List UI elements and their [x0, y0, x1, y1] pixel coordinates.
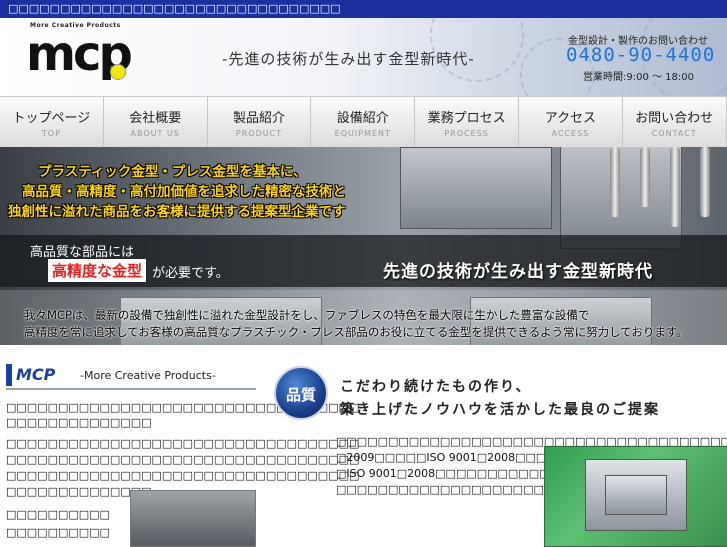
nav-label: アクセス	[544, 111, 597, 126]
nav-item-process[interactable]: 業務プロセス PROCESS	[415, 97, 519, 147]
mold-pin-image	[700, 147, 710, 217]
hero-line-1: プラスティック金型・プレス金型を基本に、	[38, 164, 307, 180]
nav-label: お問い合わせ	[635, 111, 714, 126]
nav-sublabel: CONTACT	[651, 129, 697, 138]
nav-item-about[interactable]: 会社概要 ABOUT US	[103, 97, 208, 147]
nav-item-product[interactable]: 製品紹介 PRODUCT	[207, 97, 312, 147]
mold-photo	[544, 446, 727, 547]
section-bar-icon	[6, 364, 12, 386]
nav-label: 会社概要	[129, 111, 182, 126]
nav-label: 設備紹介	[336, 111, 389, 126]
nav-sublabel: PRODUCT	[235, 129, 283, 138]
band-text-2: が必要です。	[152, 266, 229, 281]
nav-item-top[interactable]: トップページ TOP	[0, 97, 104, 147]
band-highlight: 高精度な金型	[48, 259, 147, 282]
hero-banner: プラスティック金型・プレス金型を基本に、 高品質・高精度・高付加価値を追求した精…	[0, 147, 727, 345]
nav-label: トップページ	[12, 111, 91, 126]
nav-item-equipment[interactable]: 設備紹介 EQUIPMENT	[311, 97, 416, 147]
mold-pin-image	[610, 147, 620, 217]
band-slogan: 先進の技術が生み出す金型新時代	[383, 262, 653, 282]
hero-description-2: 高精度を常に追求してお客様の高品質なプラスチック・プレス部品のお役に立てる金型を…	[24, 325, 688, 339]
nav-label: 製品紹介	[232, 111, 285, 126]
hero-line-3: 独創性に溢れた商品をお客様に提供する提案型企業です	[8, 204, 346, 220]
mold-image	[560, 147, 682, 249]
logo-dot-icon	[110, 64, 126, 80]
mcp-section-header: MCP -More Creative Products-	[6, 362, 256, 390]
mcp-heading: MCP	[16, 365, 56, 384]
nav-item-access[interactable]: アクセス ACCESS	[518, 97, 623, 147]
hero-description-1: 我々MCPは、最新の設備で独創性に溢れた金型設計をし、ファブレスの特色を最大限に…	[24, 308, 590, 322]
quality-heading-1: こだわり続けたもの作り、	[340, 379, 532, 395]
nav-sublabel: TOP	[41, 129, 61, 138]
mcp-subheading: -More Creative Products-	[80, 369, 216, 382]
hero-line-2: 高品質・高精度・高付加価値を追求した精密な技術と	[22, 184, 346, 200]
left-text-line: □□□□□□□□□□	[6, 508, 110, 521]
nav-sublabel: EQUIPMENT	[334, 129, 391, 138]
contact-phone: 0480-90-4400	[566, 44, 716, 66]
right-column: 品質 こだわり続けたもの作り、 築き上げたノウハウを活かした最良のご提案 □□□…	[268, 362, 727, 547]
nav-sublabel: ACCESS	[551, 129, 590, 138]
left-column: MCP -More Creative Products- □□□□□□□□□□□…	[0, 362, 359, 547]
business-hours: 営業時間:9:00 〜 18:00	[583, 72, 695, 83]
nav-sublabel: ABOUT US	[130, 129, 180, 138]
mold-pin-image	[670, 147, 680, 227]
left-text-line: □□□□□□□□□□□□□□	[6, 416, 152, 429]
nav-sublabel: PROCESS	[444, 129, 489, 138]
header-tagline: -先進の技術が生み出す金型新時代-	[222, 50, 475, 68]
nav-label: 業務プロセス	[427, 111, 506, 126]
quality-badge: 品質	[274, 366, 328, 420]
band-text-1: 高品質な部品には	[30, 245, 135, 260]
factory-photo	[130, 490, 256, 547]
left-text-line: □□□□□□□□□□	[6, 526, 110, 539]
main-nav: トップページ TOP 会社概要 ABOUT US 製品紹介 PRODUCT 設備紹介 E…	[0, 96, 727, 148]
mold-image	[400, 147, 552, 229]
mold-plate-image	[605, 475, 667, 515]
nav-item-contact[interactable]: お問い合わせ CONTACT	[622, 97, 727, 147]
site-header: More Creative Products mcp -先進の技術が生み出す金型…	[0, 18, 727, 96]
mold-pin-image	[640, 147, 650, 207]
top-bar: □□□□□□□□□□□□□□□□□□□□□□□□□□□□□□□□	[0, 0, 727, 18]
quality-heading-2: 築き上げたノウハウを活かした最良のご提案	[340, 402, 660, 418]
